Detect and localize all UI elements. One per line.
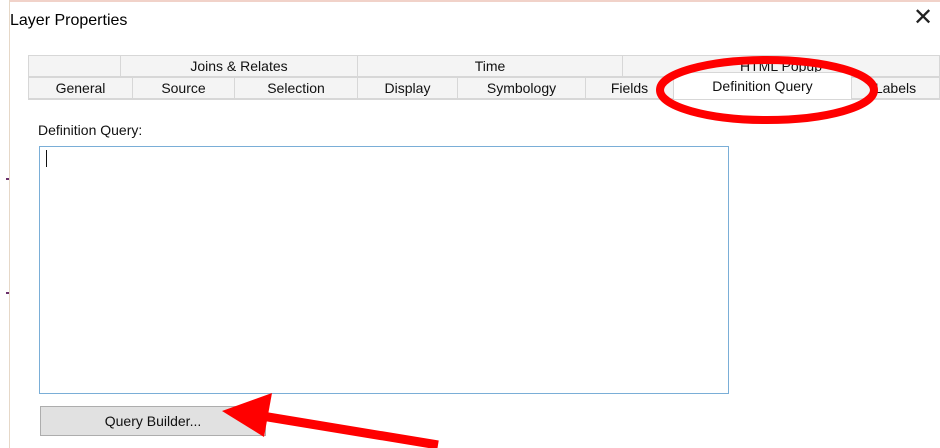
definition-query-input[interactable] bbox=[39, 146, 729, 394]
text-caret bbox=[46, 150, 47, 167]
window-left-edge bbox=[0, 0, 10, 448]
tab-fields[interactable]: Fields bbox=[585, 77, 673, 99]
tab-labels[interactable]: Labels bbox=[851, 77, 940, 99]
tab-row-front: General Source Selection Display Symbolo… bbox=[28, 72, 940, 99]
query-builder-button[interactable]: Query Builder... bbox=[40, 406, 266, 436]
tab-empty bbox=[28, 55, 120, 77]
layer-properties-dialog: Layer Properties ✕ Joins & Relates Time … bbox=[0, 0, 940, 448]
edge-mark bbox=[6, 292, 9, 294]
tab-selection[interactable]: Selection bbox=[234, 77, 357, 99]
tab-definition-query[interactable]: Definition Query bbox=[673, 72, 851, 99]
edge-mark bbox=[6, 178, 9, 180]
definition-query-label: Definition Query: bbox=[38, 122, 143, 138]
tab-time[interactable]: Time bbox=[357, 55, 622, 77]
close-icon[interactable]: ✕ bbox=[910, 6, 936, 32]
dialog-title: Layer Properties bbox=[10, 12, 128, 29]
window-top-edge bbox=[0, 0, 940, 2]
title-bar: Layer Properties ✕ bbox=[10, 4, 940, 34]
tab-general[interactable]: General bbox=[28, 77, 132, 99]
tab-joins-relates[interactable]: Joins & Relates bbox=[120, 55, 357, 77]
tab-source[interactable]: Source bbox=[132, 77, 234, 99]
tab-display[interactable]: Display bbox=[357, 77, 457, 99]
tab-symbology[interactable]: Symbology bbox=[457, 77, 585, 99]
